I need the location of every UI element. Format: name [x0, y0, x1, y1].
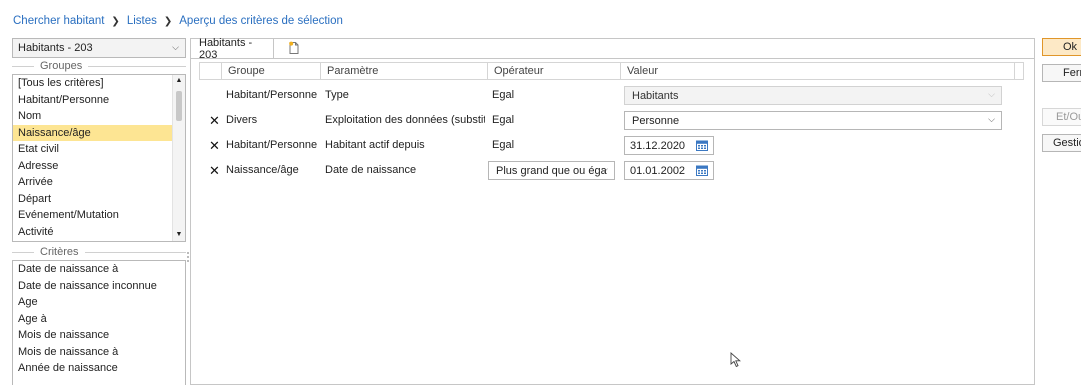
cell-parameter: Date de naissance — [325, 164, 417, 176]
grid-header: Groupe Paramètre Opérateur Valeur — [199, 62, 1024, 80]
chevron-down-icon: ⌵ — [172, 42, 179, 52]
splitter-handle[interactable] — [187, 252, 189, 266]
groups-scrollbar[interactable]: ▲ ▼ — [172, 75, 185, 241]
group-list-item[interactable]: Arrivée — [13, 174, 185, 191]
date-value: 31.12.2020 — [630, 139, 686, 152]
calendar-icon[interactable] — [696, 165, 708, 176]
criteria-list-item[interactable]: Date de naissance inconnue — [13, 278, 185, 295]
group-list-item[interactable]: Activité — [13, 224, 185, 241]
criteria-grid-panel: Groupe Paramètre Opérateur Valeur Habita… — [190, 58, 1035, 385]
tab-habitants[interactable]: Habitants - 203 — [191, 36, 274, 61]
mouse-cursor-icon — [730, 352, 741, 368]
date-field[interactable]: 01.01.2002 — [624, 161, 714, 180]
col-header-operateur[interactable]: Opérateur — [487, 63, 619, 80]
table-row[interactable]: ✕ Naissance/âge Date de naissance Plus gran… — [199, 158, 1024, 183]
close-icon[interactable]: ✕ — [209, 133, 220, 158]
group-list-item[interactable]: [Tous les critères] — [13, 75, 185, 92]
criteria-title: Critères — [40, 246, 79, 258]
groups-title: Groupes — [40, 60, 83, 72]
value-text: Habitants — [632, 89, 679, 102]
cell-group: Habitant/Personne — [226, 139, 318, 151]
table-row[interactable]: Habitant/Personne Type Egal Habitants ⌵ — [199, 83, 1024, 108]
cell-group: Habitant/Personne — [226, 89, 318, 101]
cell-parameter: Type — [325, 89, 349, 101]
cell-group: Divers — [226, 114, 258, 126]
chevron-right-icon: ❯ — [163, 15, 173, 27]
criteria-list[interactable]: Date de naissance à Date de naissance inc… — [12, 260, 186, 385]
selection-dropdown[interactable]: Habitants - 203 ⌵ — [12, 38, 186, 58]
close-button[interactable]: Ferme — [1042, 64, 1081, 82]
value-dropdown: Habitants ⌵ — [624, 86, 1002, 105]
main-panel: Habitants - 203 Groupe Paramètre Opérate… — [190, 36, 1035, 385]
criteria-list-item[interactable]: Mois de naissance — [13, 327, 185, 344]
operator-value: Plus grand que ou éga — [496, 164, 607, 177]
cell-operator: Egal — [492, 139, 515, 151]
cell-group: Naissance/âge — [226, 164, 299, 176]
left-panel: Habitants - 203 ⌵ Groupes [Tous les crit… — [12, 38, 186, 385]
group-list-item[interactable]: Etat civil — [13, 141, 185, 158]
col-header-end — [1014, 63, 1024, 80]
date-field[interactable]: 31.12.2020 — [624, 136, 714, 155]
criteria-list-item[interactable]: Mois de naissance à — [13, 344, 185, 361]
group-list-item[interactable]: Naissance/âge — [13, 124, 185, 141]
col-header-valeur[interactable]: Valeur — [620, 63, 1014, 80]
tab-label: Habitants - 203 — [199, 36, 253, 61]
table-row[interactable]: ✕ Habitant/Personne Habitant actif depuis E… — [199, 133, 1024, 158]
group-list-item[interactable]: Evénement/Mutation — [13, 207, 185, 224]
group-list-item[interactable]: Nom — [13, 108, 185, 125]
groups-list[interactable]: [Tous les critères] Habitant/Personne Nom N… — [12, 74, 186, 242]
date-value: 01.01.2002 — [630, 164, 686, 177]
close-icon[interactable]: ✕ — [209, 108, 220, 133]
criteria-list-item[interactable]: Age à — [13, 311, 185, 328]
cell-operator: Egal — [492, 89, 515, 101]
cell-operator: Egal — [492, 114, 515, 126]
ok-button[interactable]: Ok — [1042, 38, 1081, 56]
value-text: Personne — [632, 114, 680, 127]
criteria-list-item[interactable]: Age — [13, 294, 185, 311]
scroll-down-icon[interactable]: ▼ — [173, 229, 185, 241]
close-icon[interactable]: ✕ — [209, 158, 220, 183]
scroll-up-icon[interactable]: ▲ — [173, 75, 185, 87]
criteria-list-item[interactable]: Date de naissance à — [13, 261, 185, 278]
chevron-right-icon: ❯ — [111, 15, 120, 27]
calendar-icon[interactable] — [696, 140, 708, 151]
breadcrumb-item-lists[interactable]: Listes — [127, 15, 157, 27]
breadcrumb: Chercher habitant ❯ Listes ❯ Aperçu des … — [13, 13, 343, 29]
and-or-button[interactable]: Et/Ou — [1042, 108, 1081, 126]
chevron-down-icon: ⌵ — [601, 164, 608, 174]
table-row[interactable]: ✕ Divers Exploitation des données (substit… — [199, 108, 1024, 133]
chevron-down-icon: ⌵ — [988, 89, 995, 99]
cell-parameter: Habitant actif depuis — [325, 139, 425, 151]
group-list-item[interactable]: Départ — [13, 191, 185, 208]
scroll-thumb[interactable] — [176, 91, 182, 121]
selection-dropdown-value: Habitants - 203 — [18, 42, 93, 54]
group-list-item[interactable]: Habitant/Personne — [13, 92, 185, 109]
manage-button[interactable]: Gestio — [1042, 134, 1081, 152]
cell-parameter: Exploitation des données (substituti — [325, 114, 485, 126]
group-list-item[interactable]: Adresse — [13, 158, 185, 175]
breadcrumb-item-current[interactable]: Aperçu des critères de sélection — [179, 15, 343, 27]
operator-dropdown[interactable]: Plus grand que ou éga ⌵ — [488, 161, 615, 180]
tab-bar: Habitants - 203 — [190, 36, 1035, 61]
breadcrumb-item-search[interactable]: Chercher habitant — [13, 15, 104, 27]
criteria-header: Critères — [12, 245, 186, 259]
col-header-groupe[interactable]: Groupe — [221, 63, 319, 80]
criteria-list-item[interactable]: Année de naissance — [13, 360, 185, 377]
col-header-parametre[interactable]: Paramètre — [320, 63, 486, 80]
chevron-down-icon: ⌵ — [988, 114, 995, 124]
groups-header: Groupes — [12, 59, 186, 73]
value-dropdown[interactable]: Personne ⌵ — [624, 111, 1002, 130]
new-document-icon[interactable] — [287, 41, 301, 55]
